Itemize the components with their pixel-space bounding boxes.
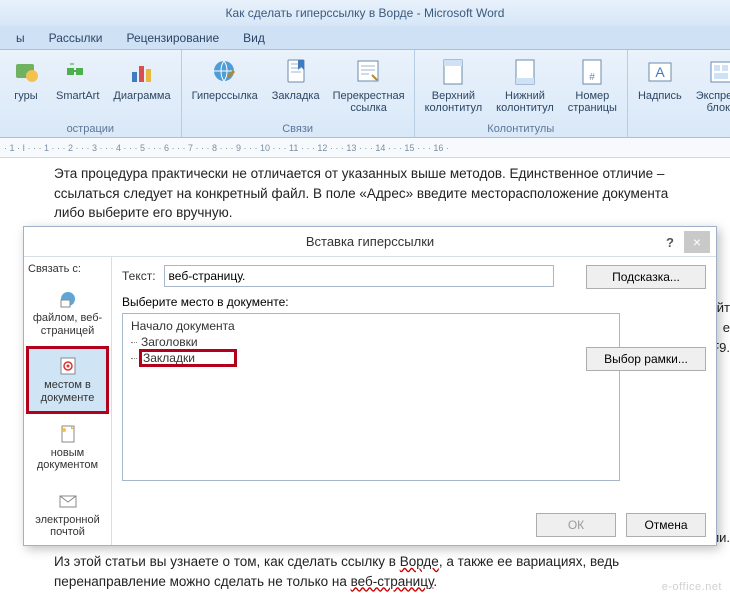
header-icon xyxy=(437,56,469,88)
doc-lower-2a: перенаправление можно сделать не только … xyxy=(54,574,351,589)
quickparts-icon xyxy=(705,56,730,88)
ribbon-group-links-label: Связи xyxy=(188,123,408,137)
ribbon-chart[interactable]: Диаграмма xyxy=(109,54,174,104)
smartart-icon xyxy=(62,56,94,88)
tree-node-bookmarks-label: Закладки xyxy=(141,351,235,365)
dialog-title: Вставка гиперссылки xyxy=(306,234,434,249)
chart-icon xyxy=(126,56,158,88)
crossref-icon xyxy=(353,56,385,88)
dialog-close-button[interactable]: × xyxy=(684,231,710,253)
linkto-place-label: местом в документе xyxy=(31,379,104,404)
ribbon-shapes[interactable]: гуры xyxy=(6,54,46,104)
hyperlink-icon xyxy=(209,56,241,88)
ruler: · 1 · I · · · 1 · · · 2 · · · 3 · · · 4 … xyxy=(0,138,730,158)
ribbon-group-text-label xyxy=(634,135,730,137)
ribbon-smartart-label: SmartArt xyxy=(56,90,99,102)
new-doc-icon xyxy=(57,423,79,445)
ribbon-pagenum-label: Номер страницы xyxy=(568,90,617,114)
dialog-main-panel: Текст: Подсказка... Выбор рамки... Выбер… xyxy=(112,257,716,545)
ribbon-crossref-label: Перекрестная ссылка xyxy=(333,90,405,114)
ribbon-group-links: Гиперссылка Закладка Перекрестная ссылка… xyxy=(182,50,415,137)
text-label: Текст: xyxy=(122,269,156,283)
ribbon-tabs: ы Рассылки Рецензирование Вид xyxy=(0,26,730,50)
doc-lower-1c: , а также ее вариациях, ведь xyxy=(439,554,619,569)
ribbon-header[interactable]: Верхний колонтитул xyxy=(421,54,487,116)
ribbon-smartart[interactable]: SmartArt xyxy=(52,54,103,104)
ribbon-hyperlink-label: Гиперссылка xyxy=(192,90,258,102)
ribbon-quickparts-label: Экспресс-блоки xyxy=(696,90,730,114)
target-icon xyxy=(57,355,79,377)
footer-icon xyxy=(509,56,541,88)
ribbon-textbox[interactable]: A Надпись xyxy=(634,54,686,116)
dialog-titlebar: Вставка гиперссылки ? × xyxy=(24,227,716,257)
screen-tip-button[interactable]: Подсказка... xyxy=(586,265,706,289)
doc-line-2: ссылаться следует на конкретный файл. В … xyxy=(54,184,712,204)
text-input[interactable] xyxy=(164,265,554,287)
textbox-icon: A xyxy=(644,56,676,88)
tab-mailings[interactable]: Рассылки xyxy=(39,28,113,48)
linkto-file-web[interactable]: файлом, веб-страницей xyxy=(28,281,107,344)
ribbon-bookmark[interactable]: Закладка xyxy=(268,54,324,116)
linkto-email-label: электронной почтой xyxy=(31,514,104,539)
insert-hyperlink-dialog: Вставка гиперссылки ? × Связать с: файло… xyxy=(23,226,717,546)
doc-lower-1b: Ворде xyxy=(400,554,439,569)
watermark: e-office.net xyxy=(662,581,722,593)
ribbon-group-header-label: Колонтитулы xyxy=(421,123,621,137)
place-tree[interactable]: Начало документа Заголовки Закладки xyxy=(122,313,620,481)
ribbon-hyperlink[interactable]: Гиперссылка xyxy=(188,54,262,116)
ribbon-quickparts[interactable]: Экспресс-блоки xyxy=(692,54,730,116)
tree-node-bookmarks[interactable]: Закладки xyxy=(129,350,613,366)
linkto-file-web-label: файлом, веб-страницей xyxy=(31,312,104,337)
ribbon-pagenum[interactable]: # Номер страницы xyxy=(564,54,621,116)
document-body-lower: Из этой статьи вы узнаете о том, как сде… xyxy=(54,552,720,591)
ribbon-header-label: Верхний колонтитул xyxy=(425,90,483,114)
ribbon: гуры SmartArt Диаграмма острации Гиперсс… xyxy=(0,50,730,138)
ribbon-crossref[interactable]: Перекрестная ссылка xyxy=(330,54,408,116)
window-title: Как сделать гиперссылку в Ворде - Micros… xyxy=(226,6,505,20)
linkto-new-doc[interactable]: новым документом xyxy=(28,416,107,479)
doc-line-3: либо выберите его вручную. xyxy=(54,203,712,223)
svg-text:#: # xyxy=(590,72,596,83)
tab-view[interactable]: Вид xyxy=(233,28,275,48)
ribbon-footer[interactable]: Нижний колонтитул xyxy=(492,54,558,116)
doc-line-1: Эта процедура практически не отличается … xyxy=(54,164,712,184)
ribbon-group-header: Верхний колонтитул Нижний колонтитул # Н… xyxy=(415,50,628,137)
email-icon xyxy=(57,490,79,512)
doc-lower-2c: . xyxy=(433,574,437,589)
tree-node-headings[interactable]: Заголовки xyxy=(129,334,613,350)
tab-review[interactable]: Рецензирование xyxy=(116,28,229,48)
dialog-help-button[interactable]: ? xyxy=(658,231,682,253)
bookmark-icon xyxy=(280,56,312,88)
ribbon-group-illustrations: гуры SmartArt Диаграмма острации xyxy=(0,50,182,137)
linkto-place-in-doc[interactable]: местом в документе xyxy=(28,348,107,411)
doc-lower-1a: Из этой статьи вы узнаете о том, как сде… xyxy=(54,554,400,569)
tab-partial[interactable]: ы xyxy=(6,28,35,48)
ribbon-shapes-label: гуры xyxy=(14,90,37,102)
ribbon-chart-label: Диаграмма xyxy=(113,90,170,102)
ribbon-group-text: A Надпись Экспресс-блоки xyxy=(628,50,730,137)
ribbon-textbox-label: Надпись xyxy=(638,90,682,102)
doc-lower-2b: веб-страницу xyxy=(351,574,434,589)
document-body: Эта процедура практически не отличается … xyxy=(0,158,730,229)
link-to-panel: Связать с: файлом, веб-страницей местом … xyxy=(24,257,112,545)
ribbon-bookmark-label: Закладка xyxy=(272,90,320,102)
doc-fragment: е xyxy=(723,320,730,335)
ribbon-group-illustrations-label: острации xyxy=(6,123,175,137)
ok-button[interactable]: ОК xyxy=(536,513,616,537)
svg-text:A: A xyxy=(655,64,665,80)
shapes-icon xyxy=(10,56,42,88)
linkto-new-doc-label: новым документом xyxy=(31,447,104,472)
globe-file-icon xyxy=(57,288,79,310)
link-to-label: Связать с: xyxy=(28,263,107,275)
tree-node-top[interactable]: Начало документа xyxy=(129,318,613,334)
pagenum-icon: # xyxy=(576,56,608,88)
ribbon-footer-label: Нижний колонтитул xyxy=(496,90,554,114)
linkto-email[interactable]: электронной почтой xyxy=(28,483,107,546)
window-titlebar: Как сделать гиперссылку в Ворде - Micros… xyxy=(0,0,730,26)
cancel-button[interactable]: Отмена xyxy=(626,513,706,537)
